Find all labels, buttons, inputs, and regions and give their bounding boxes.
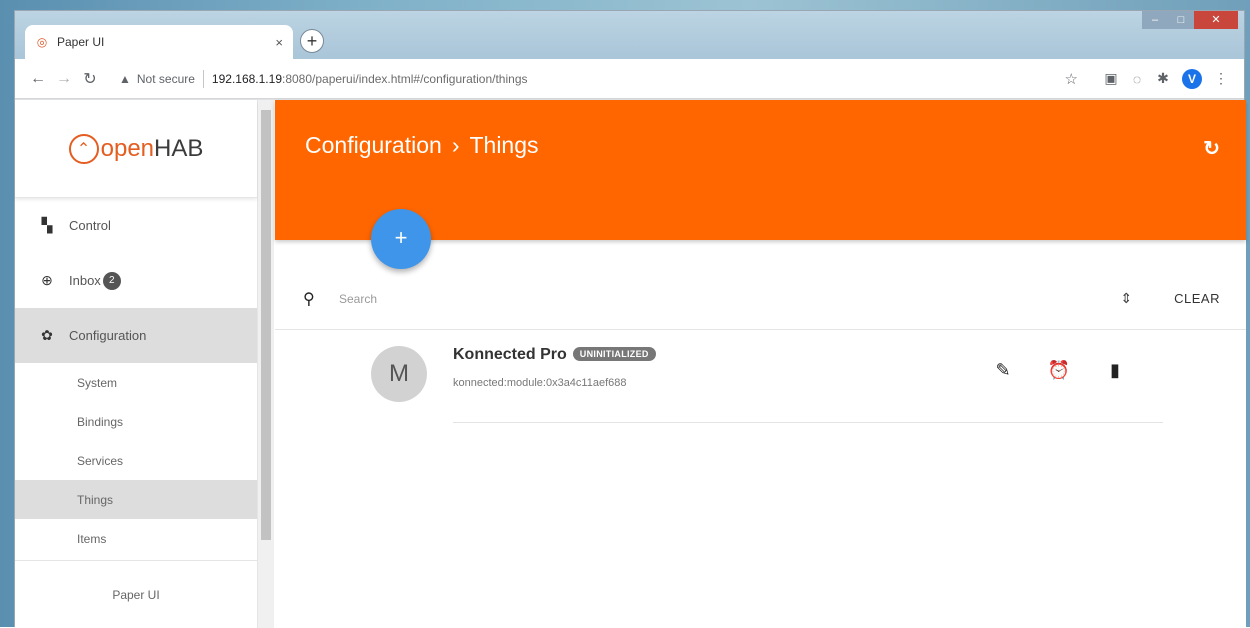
bookmark-star-icon[interactable]: ☆ <box>1065 70 1078 88</box>
back-arrow-icon[interactable]: ← <box>25 70 51 88</box>
logo-text-open: open <box>100 134 155 162</box>
sidebar-item-label: Configuration <box>69 328 147 343</box>
clear-button[interactable]: CLEAR <box>1174 291 1220 306</box>
thing-actions: ✎ ⏰ ▮ <box>975 360 1143 381</box>
thing-name-text: Konnected Pro <box>453 346 567 363</box>
security-label: Not secure <box>136 71 195 86</box>
thing-name: Konnected Pro UNINITIALIZED <box>453 346 656 364</box>
breadcrumb-separator: › <box>451 132 460 158</box>
main-content: Configuration › Things ↻ + ⚲ ⇕ CLEAR M Kon… <box>275 100 1246 628</box>
openhab-logo-icon: ⌃ <box>68 133 99 164</box>
refresh-icon[interactable]: ↻ <box>1203 136 1220 161</box>
dashboard-icon: ▚ <box>41 217 53 233</box>
scrollbar-thumb[interactable] <box>261 110 271 540</box>
extension-icon[interactable]: ◌ <box>1124 71 1150 87</box>
tab-title: Paper UI <box>57 35 105 49</box>
sidebar-scrollbar[interactable] <box>258 100 274 628</box>
search-icon: ⚲ <box>303 290 315 308</box>
search-input[interactable] <box>339 291 1121 306</box>
url-path: :8080/paperui/index.html#/configuration/… <box>282 71 528 86</box>
list-item[interactable]: M Konnected Pro UNINITIALIZED konnected:m… <box>275 332 1246 428</box>
breadcrumb: Configuration › Things <box>305 132 539 159</box>
extension-icon[interactable]: ▣ <box>1098 70 1124 87</box>
sidebar-item-label: Inbox <box>69 273 101 288</box>
new-tab-button[interactable]: + <box>300 29 324 53</box>
reload-icon[interactable]: ↻ <box>77 69 103 89</box>
page-title: Things <box>469 132 539 158</box>
avatar: M <box>371 346 427 402</box>
browser-window: ◎ Paper UI × + – □ ✕ ← → ↻ ▲ Not secure … <box>14 10 1246 628</box>
openhab-logo[interactable]: ⌃ open HAB <box>15 100 257 198</box>
page: ⌃ open HAB ▚ Control ⊕ Inbox 2 ✿ Configur… <box>15 100 1246 628</box>
add-circle-icon: ⊕ <box>41 272 53 288</box>
browser-tab[interactable]: ◎ Paper UI × <box>25 25 293 59</box>
sidebar-subitem-system[interactable]: System <box>15 363 257 402</box>
profile-avatar[interactable]: V <box>1182 68 1202 89</box>
sidebar-item-control[interactable]: ▚ Control <box>15 198 257 253</box>
sidebar-item-inbox[interactable]: ⊕ Inbox 2 <box>15 253 257 308</box>
add-thing-button[interactable]: + <box>371 209 431 269</box>
window-controls: – □ ✕ <box>1142 11 1238 29</box>
sidebar-item-label: Control <box>69 218 111 233</box>
sidebar: ⌃ open HAB ▚ Control ⊕ Inbox 2 ✿ Configur… <box>15 100 258 628</box>
thing-uid: konnected:module:0x3a4c11aef688 <box>453 377 627 389</box>
sidebar-subitem-services[interactable]: Services <box>15 441 257 480</box>
browser-toolbar: ← → ↻ ▲ Not secure 192.168.1.19:8080/pap… <box>15 59 1244 99</box>
row-divider <box>453 422 1163 423</box>
tab-close-icon[interactable]: × <box>275 35 283 50</box>
breadcrumb-parent[interactable]: Configuration <box>305 132 442 158</box>
sidebar-subitem-bindings[interactable]: Bindings <box>15 402 257 441</box>
close-window-button[interactable]: ✕ <box>1194 11 1238 29</box>
inbox-count-badge: 2 <box>102 271 121 290</box>
sort-toggle-icon[interactable]: ⇕ <box>1120 290 1132 307</box>
status-badge: UNINITIALIZED <box>572 347 656 361</box>
tab-strip: ◎ Paper UI × + – □ ✕ <box>15 11 1244 59</box>
forward-arrow-icon[interactable]: → <box>51 70 77 88</box>
gear-icon: ✿ <box>41 327 53 343</box>
openhab-favicon-icon: ◎ <box>36 35 48 49</box>
maximize-button[interactable]: □ <box>1168 11 1194 29</box>
sidebar-subitem-things[interactable]: Things <box>15 480 257 519</box>
sidebar-subitem-items[interactable]: Items <box>15 519 257 558</box>
desktop-background: ◎ Paper UI × + – □ ✕ ← → ↻ ▲ Not secure … <box>0 0 1250 628</box>
omnibox-divider <box>202 69 204 88</box>
url-host: 192.168.1.19 <box>211 71 282 86</box>
search-bar: ⚲ ⇕ CLEAR <box>275 268 1246 330</box>
logo-text-hab: HAB <box>154 134 204 162</box>
puzzle-icon[interactable]: ✱ <box>1150 70 1176 87</box>
edit-pencil-icon[interactable]: ✎ <box>975 360 1031 381</box>
trash-icon[interactable]: ▮ <box>1087 360 1143 381</box>
warning-icon: ▲ <box>119 71 131 86</box>
sidebar-footer: Paper UI <box>15 560 257 628</box>
address-bar[interactable]: ▲ Not secure 192.168.1.19:8080/paperui/i… <box>109 63 1088 94</box>
browser-menu-icon[interactable]: ⋮ <box>1208 70 1234 87</box>
minimize-button[interactable]: – <box>1142 11 1168 29</box>
sidebar-item-configuration[interactable]: ✿ Configuration <box>15 308 257 363</box>
alarm-clock-icon[interactable]: ⏰ <box>1031 360 1087 381</box>
